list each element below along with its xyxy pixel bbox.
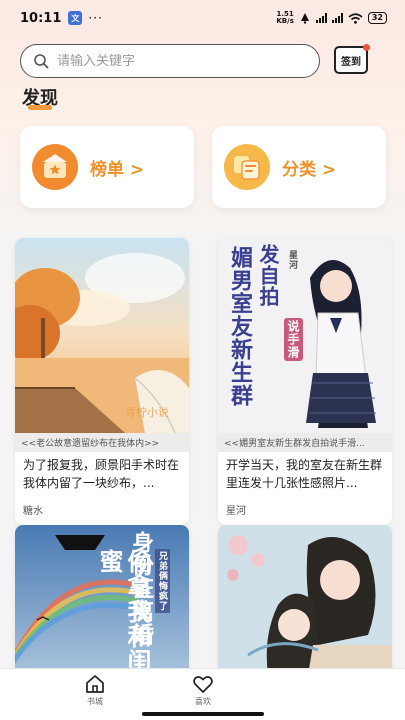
cover-badge: 说手滑 [284, 318, 303, 361]
wifi-icon [348, 12, 363, 24]
cover-author: 星河 [287, 250, 297, 270]
book-cover: 媚男室友新生群 发自拍 说手滑 星河 [218, 238, 392, 433]
alarm-icon [300, 13, 309, 24]
signal-icon [315, 13, 327, 23]
home-icon [86, 675, 104, 693]
category-card[interactable]: 分类 > [212, 126, 386, 208]
search-box[interactable] [20, 44, 320, 78]
status-bar: 10:11 文 ··· 1.51 KB/s 32 [0, 0, 405, 36]
cover-title-right: 发自拍 [256, 244, 280, 307]
category-label: 分类 > [282, 159, 337, 180]
search-input[interactable] [57, 53, 277, 69]
category-icon [224, 144, 270, 190]
cover-title-right: 身份证离婚 [128, 531, 153, 646]
signin-label: 签到 [341, 56, 361, 68]
book-description: 为了报复我，顾景阳手术时在我体内留了一块纱布，... [23, 458, 180, 490]
signin-badge-dot [363, 44, 370, 51]
ranking-icon [32, 144, 78, 190]
book-author: 星河 [226, 506, 246, 517]
ranking-card[interactable]: 榜单 > [20, 126, 194, 208]
book-cover: 青柠小说 [15, 238, 189, 433]
book-author: 糖水 [23, 506, 43, 517]
home-indicator [142, 712, 264, 716]
nav-bookstore[interactable]: 书城 [70, 673, 120, 707]
book-subtitle: <<老公故意遗留纱布在我体内>> [15, 433, 189, 452]
book-card[interactable]: 偷拿我和闺蜜 身份证离婚 兄弟俩悔疯了 [15, 525, 189, 675]
book-card[interactable]: 媚男室友新生群 发自拍 说手滑 星河 <<媚男室友新生群发自拍说手滑... 开学… [218, 238, 392, 525]
book-card[interactable]: 青柠小说 <<老公故意遗留纱布在我体内>> 为了报复我，顾景阳手术时在我体内留了… [15, 238, 189, 525]
nav-favorites[interactable]: 喜欢 [178, 673, 228, 707]
heart-icon [193, 676, 213, 693]
book-description: 开学当天，我的室友在新生群里连发十几张性感照片... [226, 458, 383, 490]
svg-text:青柠小说: 青柠小说 [125, 405, 169, 419]
battery-indicator: 32 [367, 12, 387, 24]
book-card[interactable] [218, 525, 392, 675]
search-icon [34, 54, 49, 69]
ranking-label: 榜单 > [90, 159, 145, 180]
cover-title: 媚男室友新生群 [227, 246, 252, 407]
network-speed: 1.51 KB/s [276, 10, 294, 25]
section-underline [28, 105, 52, 110]
more-notifications-icon: ··· [88, 11, 103, 25]
signin-button[interactable]: 签到 [334, 44, 370, 74]
book-cover: 偷拿我和闺蜜 身份证离婚 兄弟俩悔疯了 [15, 525, 189, 675]
nav-bookstore-label: 书城 [87, 697, 103, 706]
app-notification-icon: 文 [68, 11, 83, 25]
nav-favorites-label: 喜欢 [195, 697, 211, 706]
status-time: 10:11 [20, 10, 62, 26]
cover-badge: 兄弟俩悔疯了 [155, 549, 170, 613]
book-cover [218, 525, 392, 675]
book-subtitle: <<媚男室友新生群发自拍说手滑... [218, 433, 392, 452]
signal-icon-2 [331, 13, 343, 23]
